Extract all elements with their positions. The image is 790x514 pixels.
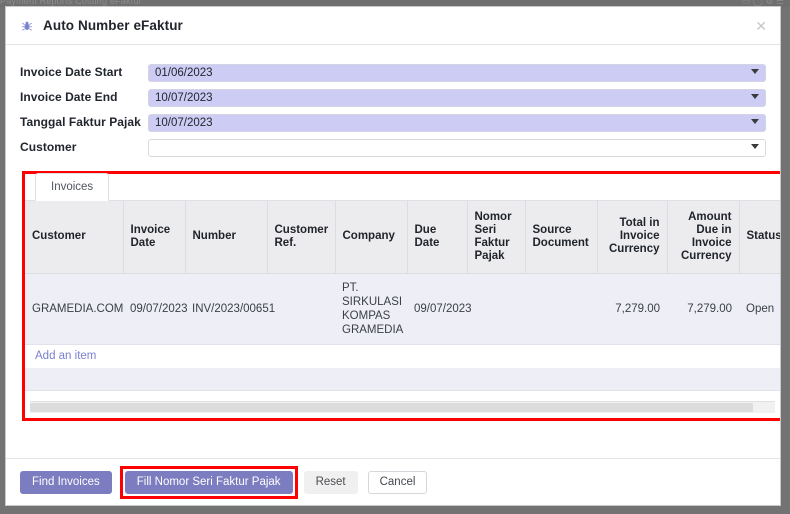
field-wrap-invoice-date-start — [148, 63, 766, 82]
table-filler-cell — [25, 368, 780, 391]
invoice-date-start-input[interactable] — [148, 64, 766, 82]
close-icon[interactable]: ✕ — [755, 19, 767, 33]
reset-button[interactable]: Reset — [303, 470, 358, 494]
column-header-company[interactable]: Company — [335, 201, 408, 274]
fill-nomor-seri-faktur-pajak-button[interactable]: Fill Nomor Seri Faktur Pajak — [124, 470, 293, 494]
cell-customer-ref — [267, 273, 335, 345]
form-row-invoice-date-start: Invoice Date Start — [20, 61, 766, 83]
cell-customer: GRAMEDIA.COM — [25, 273, 123, 345]
column-header-nomor-seri-faktur-pajak[interactable]: Nomor Seri Faktur Pajak — [467, 201, 526, 274]
label-tanggal-faktur-pajak: Tanggal Faktur Pajak — [20, 115, 141, 129]
invoice-date-end-input[interactable] — [148, 89, 766, 107]
field-wrap-invoice-date-end — [148, 88, 766, 107]
fill-nomor-seri-faktur-pajak-annotation: Fill Nomor Seri Faktur Pajak — [119, 465, 298, 499]
cell-number: INV/2023/00651 — [185, 273, 275, 345]
table-filler-row — [25, 368, 780, 391]
label-invoice-date-start: Invoice Date Start — [20, 65, 123, 79]
column-header-customer-ref[interactable]: Customer Ref. — [267, 201, 336, 274]
column-header-status[interactable]: Status — [739, 201, 780, 274]
column-header-total-in-invoice-currency[interactable]: Total in Invoice Currency — [597, 201, 668, 274]
invoices-table: Customer Invoice Date Number Customer Re… — [25, 201, 780, 391]
column-header-customer[interactable]: Customer — [25, 201, 124, 274]
column-header-source-document[interactable]: Source Document — [525, 201, 598, 274]
dialog-header: Auto Number eFaktur ✕ — [6, 7, 780, 45]
add-an-item-link[interactable]: Add an item — [35, 350, 96, 362]
cancel-button[interactable]: Cancel — [367, 470, 428, 494]
bug-icon — [20, 19, 34, 33]
find-invoices-button[interactable]: Find Invoices — [20, 470, 112, 494]
label-invoice-date-end: Invoice Date End — [20, 90, 118, 104]
form-row-tanggal-faktur-pajak: Tanggal Faktur Pajak — [20, 111, 766, 133]
column-header-invoice-date[interactable]: Invoice Date — [123, 201, 186, 274]
column-header-number[interactable]: Number — [185, 201, 268, 274]
field-wrap-customer — [148, 138, 766, 157]
label-customer: Customer — [20, 140, 77, 154]
cell-nomor-seri-faktur-pajak — [467, 273, 525, 345]
horizontal-scrollbar-thumb[interactable] — [30, 403, 753, 412]
column-header-due-date[interactable]: Due Date — [407, 201, 468, 274]
customer-input[interactable] — [148, 139, 766, 157]
column-header-amount-due-in-invoice-currency[interactable]: Amount Due in Invoice Currency — [667, 201, 740, 274]
table-row[interactable]: GRAMEDIA.COM 09/07/2023 INV/2023/00651 P… — [25, 273, 780, 345]
form-row-customer: Customer — [20, 136, 766, 158]
cell-source-document — [525, 273, 597, 345]
screen-root: Payment Reports Costing eFaktur ▭ ◯ ⚙ ☰ … — [0, 0, 790, 514]
invoices-table-scroll[interactable]: Customer Invoice Date Number Customer Re… — [25, 201, 780, 406]
cell-due-date: 09/07/2023 — [407, 273, 472, 345]
tabs-bar: Invoices — [25, 173, 780, 201]
status-badge: Open — [739, 273, 780, 345]
filter-form: Invoice Date Start Invoice Date End Tang… — [20, 61, 766, 158]
invoices-panel-annotation: Invoices Customer Invoice Date Number Cu… — [22, 171, 780, 421]
tab-invoices[interactable]: Invoices — [35, 173, 110, 201]
tanggal-faktur-pajak-input[interactable] — [148, 114, 766, 132]
page-title: Auto Number eFaktur — [43, 18, 183, 33]
add-item-cell: Add an item — [25, 344, 780, 368]
dialog-footer: Find Invoices Fill Nomor Seri Faktur Paj… — [6, 458, 780, 505]
cell-amount-due-in-invoice-currency: 7,279.00 — [667, 273, 739, 345]
dialog-body: Invoice Date Start Invoice Date End Tang… — [6, 45, 780, 458]
auto-number-efaktur-dialog: Auto Number eFaktur ✕ Invoice Date Start… — [5, 6, 781, 506]
cell-total-in-invoice-currency: 7,279.00 — [597, 273, 667, 345]
horizontal-scrollbar[interactable] — [30, 401, 775, 413]
table-header-row: Customer Invoice Date Number Customer Re… — [25, 201, 780, 274]
form-row-invoice-date-end: Invoice Date End — [20, 86, 766, 108]
cell-invoice-date: 09/07/2023 — [123, 273, 188, 345]
field-wrap-tanggal-faktur-pajak — [148, 113, 766, 132]
add-item-row[interactable]: Add an item — [25, 344, 780, 368]
cell-company: PT. SIRKULASI KOMPAS GRAMEDIA — [335, 273, 407, 345]
